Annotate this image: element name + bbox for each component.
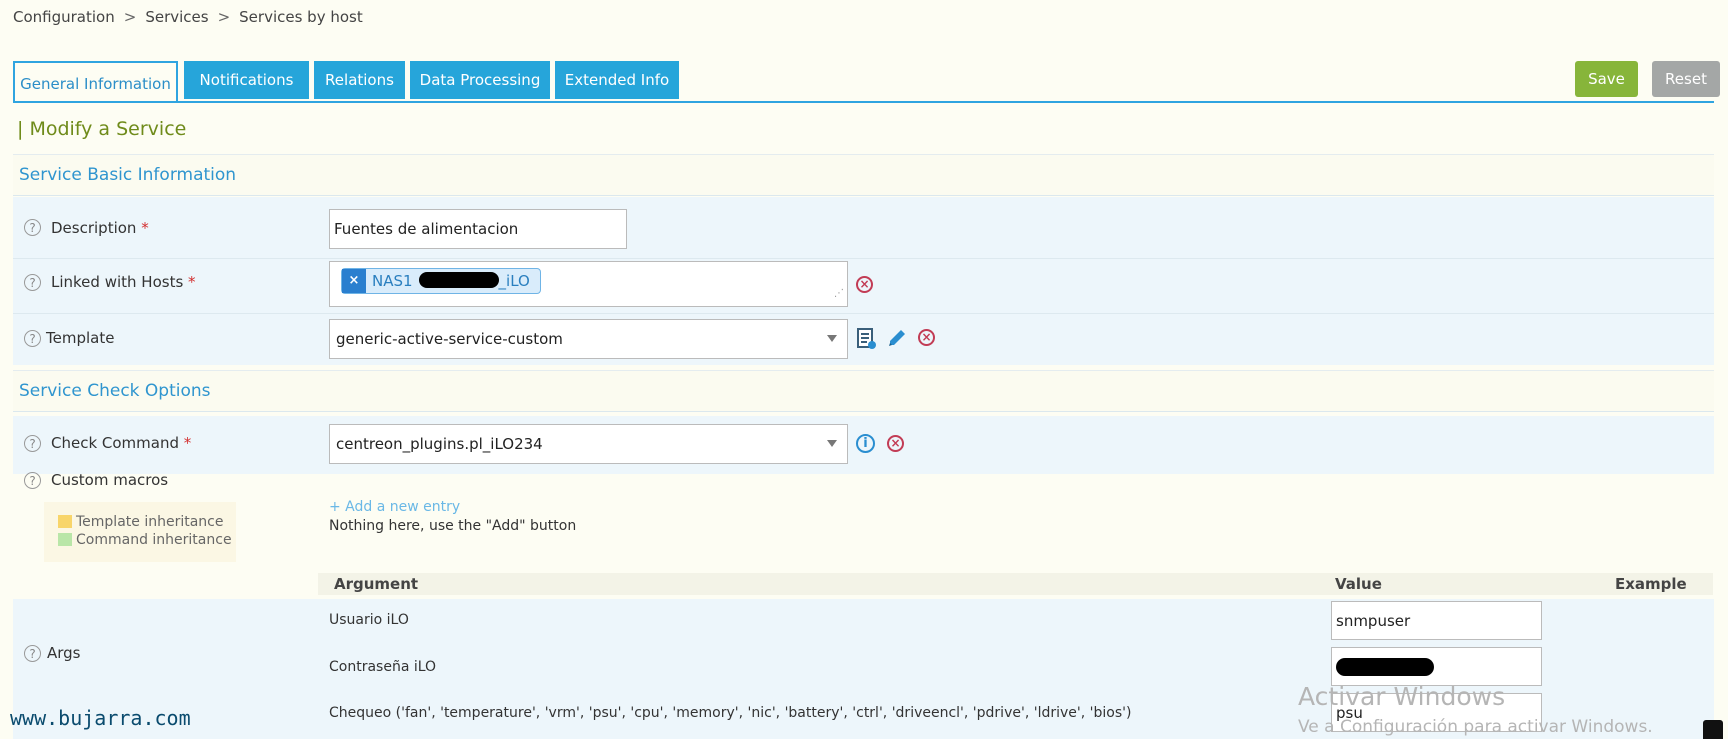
breadcrumb: Configuration > Services > Services by host: [13, 8, 363, 26]
args-table-header: [318, 573, 1713, 595]
template-view-icon[interactable]: [856, 327, 878, 351]
section-basic-information: Service Basic Information: [13, 154, 1714, 196]
check-command-label: Check Command *: [51, 434, 192, 452]
breadcrumb-separator: >: [217, 8, 231, 26]
dropdown-caret-icon: [827, 440, 837, 447]
breadcrumb-separator: >: [123, 8, 137, 26]
edit-pencil-icon[interactable]: [886, 327, 908, 349]
remove-icon[interactable]: ×: [918, 329, 935, 346]
windows-activation-watermark-subtitle: Ve a Configuración para activar Windows.: [1298, 717, 1653, 737]
help-icon[interactable]: ?: [24, 219, 41, 236]
add-new-entry-link[interactable]: + Add a new entry: [329, 499, 460, 515]
check-command-select[interactable]: centreon_plugins.pl_iLO234: [329, 424, 848, 464]
windows-activation-watermark-title: Activar Windows: [1298, 682, 1506, 711]
arg-usuario-ilo-value[interactable]: snmpuser: [1331, 601, 1542, 640]
empty-macros-message: Nothing here, use the "Add" button: [329, 518, 577, 534]
section-check-options: Service Check Options: [13, 370, 1714, 412]
args-header-value: Value: [1335, 575, 1382, 593]
args-header-argument: Argument: [334, 575, 419, 593]
dropdown-caret-icon: [827, 335, 837, 342]
redaction-blot: [1336, 658, 1434, 676]
arg-contrasena-ilo: Contraseña iLO: [329, 659, 437, 675]
corner-widget-icon: [1703, 720, 1723, 739]
tab-notifications[interactable]: Notifications: [184, 61, 309, 99]
custom-macros-label: Custom macros: [51, 471, 169, 489]
template-inheritance-label: Template inheritance: [76, 514, 224, 530]
help-icon[interactable]: ?: [24, 645, 41, 662]
linked-hosts-label: Linked with Hosts *: [51, 273, 196, 291]
host-chip-label-end: _iLO: [498, 272, 530, 290]
info-icon[interactable]: i: [856, 434, 875, 453]
tab-data-processing[interactable]: Data Processing: [410, 61, 550, 99]
help-icon[interactable]: ?: [24, 274, 41, 291]
description-label: Description *: [51, 219, 149, 237]
args-label: Args: [47, 644, 81, 662]
arg-chequeo: Chequeo ('fan', 'temperature', 'vrm', 'p…: [329, 705, 1132, 721]
help-icon[interactable]: ?: [24, 472, 41, 489]
save-button[interactable]: Save: [1575, 61, 1638, 97]
command-inheritance-swatch: [58, 533, 72, 546]
host-chip: × NAS1 _iLO: [341, 268, 541, 294]
breadcrumb-services[interactable]: Services: [145, 8, 208, 26]
args-header-example: Example: [1615, 575, 1687, 593]
template-select-value: generic-active-service-custom: [336, 330, 563, 348]
tab-general-information[interactable]: General Information: [13, 61, 178, 101]
help-icon[interactable]: ?: [24, 435, 41, 452]
remove-icon[interactable]: ×: [887, 435, 904, 452]
reset-button[interactable]: Reset: [1652, 61, 1720, 97]
help-icon[interactable]: ?: [24, 330, 41, 347]
remove-icon[interactable]: ×: [856, 276, 873, 293]
tab-relations[interactable]: Relations: [314, 61, 405, 99]
description-input[interactable]: Fuentes de alimentacion: [329, 209, 627, 249]
row-divider: [13, 258, 1714, 259]
chip-remove-icon[interactable]: ×: [342, 269, 366, 293]
breadcrumb-configuration[interactable]: Configuration: [13, 8, 115, 26]
row-divider: [13, 313, 1714, 314]
tab-bar: General Information Notifications Relati…: [13, 61, 1714, 103]
redaction-blot: [418, 272, 499, 288]
resize-grip-icon[interactable]: ⋰: [834, 288, 844, 299]
template-inheritance-swatch: [58, 515, 72, 528]
command-inheritance-label: Command inheritance: [76, 532, 232, 548]
page-title: | Modify a Service: [17, 118, 187, 140]
host-chip-label-start: NAS1: [372, 272, 413, 290]
site-watermark: www.bujarra.com: [10, 706, 191, 730]
template-label: Template: [46, 329, 115, 347]
template-select[interactable]: generic-active-service-custom: [329, 319, 848, 359]
breadcrumb-services-by-host[interactable]: Services by host: [239, 8, 363, 26]
check-command-value: centreon_plugins.pl_iLO234: [336, 435, 543, 453]
arg-usuario-ilo: Usuario iLO: [329, 612, 409, 628]
tab-extended-info[interactable]: Extended Info: [555, 61, 679, 99]
